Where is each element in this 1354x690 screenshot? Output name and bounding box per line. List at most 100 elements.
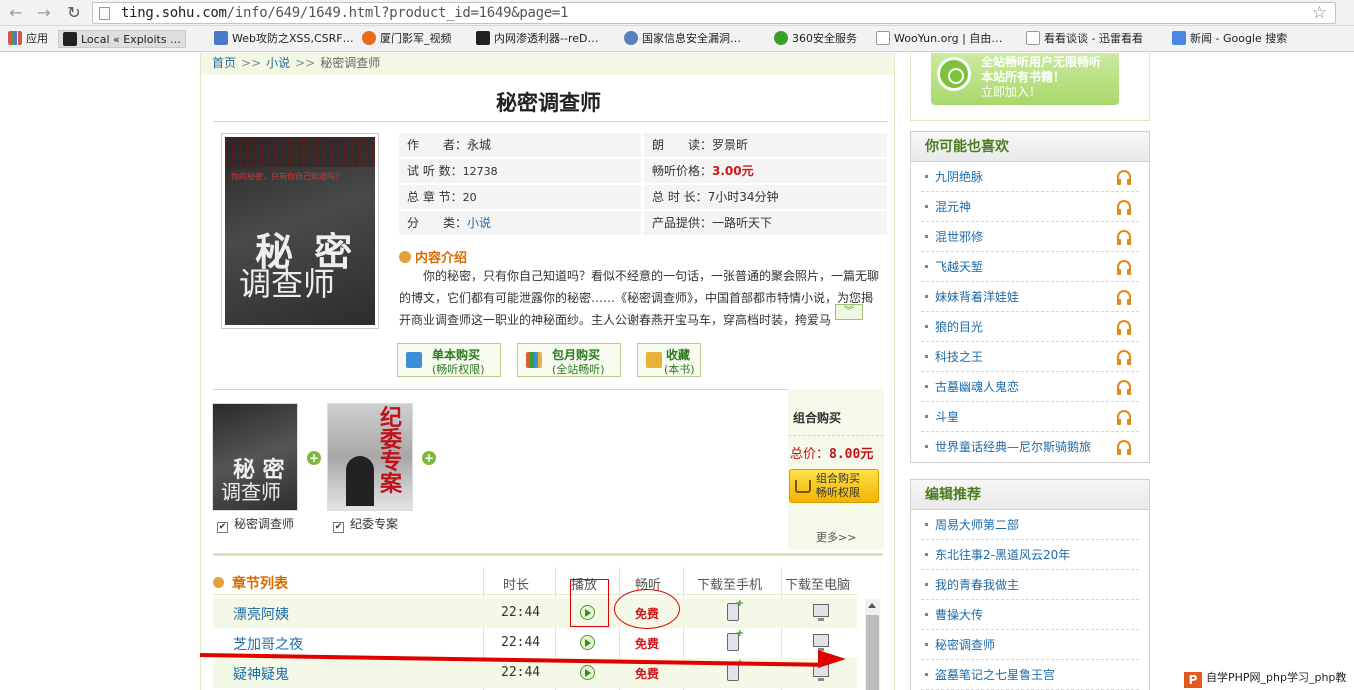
headphones-icon[interactable] [1117,320,1131,335]
bookmark-wooyun[interactable]: WooYun.org | 自由… [876,30,1002,48]
combo-book-cover[interactable]: 纪委专案 [327,403,413,511]
like-item[interactable]: 狼的目光 [921,312,1139,342]
back-button[interactable]: ← [6,3,26,23]
promo-join-link[interactable]: 立即加入！ [981,83,1041,100]
like-item[interactable]: 世界童话经典—尼尔斯骑鹅旅 [921,432,1139,462]
breadcrumb-home-link[interactable]: 首页 [212,56,236,70]
grid-icon [526,352,542,368]
chapter-name-link[interactable]: 漂亮阿姨 [233,604,289,624]
bookmark-360[interactable]: 360安全服务 [774,30,857,48]
headphones-icon[interactable] [1117,410,1131,425]
plus-icon: + [307,451,321,465]
annotation-ellipse [614,589,680,629]
intro-heading: 内容介绍 [399,247,467,266]
combo-buy-button[interactable]: 组合购买 畅听权限 [789,469,879,503]
editor-pick-item[interactable]: 曹操大传 [921,600,1139,630]
download-pc-icon[interactable] [813,634,829,651]
reload-button[interactable]: ↻ [64,3,84,23]
like-item[interactable]: 飞越天堑 [921,252,1139,282]
bookmark-label: 应用 [26,32,48,45]
single-buy-button[interactable]: 单本购买 (畅听权限) [397,343,501,377]
scroll-up-arrow-icon[interactable] [868,603,876,608]
editor-pick-item[interactable]: 秘密调查师 [921,630,1139,660]
bookmark-redteam[interactable]: 内网渗透利器--reD… [476,30,598,48]
editor-pick-item[interactable]: 周易大师第二部 [921,510,1139,540]
chapter-row: 漂亮阿姨 22:44 免费 [213,598,857,628]
breadcrumb-category-link[interactable]: 小说 [266,56,290,70]
chapter-free-badge: 免费 [635,667,660,681]
checkbox-checked-icon: ✔ [333,522,344,533]
chapter-duration: 22:44 [501,665,541,680]
editor-pick-item[interactable]: 东北往事2-黑道风云20年 [921,540,1139,570]
forward-button[interactable]: → [34,3,54,23]
category-label: 分 类： [407,216,468,230]
editor-pick-item[interactable]: 盗墓笔记之七星鲁王宫 [921,660,1139,690]
expand-intro-button[interactable]: ︾ [835,304,863,320]
page-favicon-icon [476,31,490,45]
cover-decoration [225,137,375,167]
chapter-name-link[interactable]: 芝加哥之夜 [233,634,303,654]
url-text[interactable]: ting.sohu.com/info/649/1649.html?product… [121,5,568,21]
combo-divider [788,435,884,436]
headphones-icon[interactable] [1117,230,1131,245]
bookmark-web-xss[interactable]: Web攻防之XSS,CSRF… [214,30,354,48]
download-pc-icon[interactable] [813,604,829,621]
download-phone-icon[interactable] [727,658,744,681]
combo-buy-line2: 畅听权限 [816,486,860,499]
bookmark-local-exploits[interactable]: Local « Exploits … [58,30,187,48]
headphones-icon[interactable] [1117,170,1131,185]
favorite-button[interactable]: 收藏 (本书) [637,343,701,377]
monthly-buy-button[interactable]: 包月购买 (全站畅听) [517,343,621,377]
combo-label: 组合购买 [793,411,842,425]
like-item[interactable]: 古墓幽魂人鬼恋 [921,372,1139,402]
download-phone-icon[interactable] [727,628,744,651]
headphones-icon[interactable] [1117,260,1131,275]
like-item[interactable]: 科技之王 [921,342,1139,372]
headphones-icon[interactable] [1117,200,1131,215]
download-phone-icon[interactable] [727,598,744,621]
category-link[interactable]: 小说 [467,216,491,230]
intro-text: 你的秘密，只有你自己知道吗？看似不经意的一句话，一张普通的聚会照片，一篇无聊的博… [399,269,880,327]
breadcrumb-current: 秘密调查师 [320,56,381,70]
url-domain: ting.sohu.com [121,5,227,21]
like-item-label: 狼的目光 [935,320,984,334]
address-bar[interactable]: ting.sohu.com/info/649/1649.html?product… [92,2,1336,24]
bookmark-cnnvd[interactable]: 国家信息安全漏洞… [624,30,741,48]
like-item[interactable]: 混元神 [921,192,1139,222]
bookmark-apps[interactable]: 应用 [8,30,48,48]
combo-checkbox[interactable]: ✔ 纪委专案 [333,515,398,533]
headphones-icon[interactable] [1117,380,1131,395]
headphones-icon[interactable] [1117,440,1131,455]
headphones-icon[interactable] [1117,290,1131,305]
combo-book-cover[interactable]: 秘 密 调查师 [212,403,298,511]
chapter-duration: 22:44 [501,635,541,650]
like-item[interactable]: 妹妹背着洋娃娃 [921,282,1139,312]
cover-tagline: 你的秘密，只有你自己知道吗？ [231,172,343,181]
like-item[interactable]: 斗皇 [921,402,1139,432]
price-label: 畅听价格： [652,164,713,178]
combo-checkbox[interactable]: ✔ 秘密调查师 [217,515,294,533]
bookmark-google-news[interactable]: 新闻 - Google 搜索 [1172,30,1287,48]
headphone-circle-icon [937,57,971,91]
play-icon[interactable] [580,635,595,650]
combo-more-link[interactable]: 更多>> [816,529,856,545]
play-icon[interactable] [580,665,595,680]
scrollbar-thumb[interactable] [866,615,879,690]
you-may-like-panel: 你可能也喜欢 九阴绝脉 混元神 混世邪修 飞越天堑 妹妹背着洋娃娃 狼的目光 科… [910,131,1150,463]
editor-pick-item[interactable]: 我的青春我做主 [921,570,1139,600]
like-item[interactable]: 九阴绝脉 [921,162,1139,192]
chapters-value: 20 [462,191,477,204]
bookmark-video[interactable]: 厦门影军_视频 [362,30,452,48]
bookmark-label: 内网渗透利器--reD… [494,32,599,45]
headphones-icon[interactable] [1117,350,1131,365]
chapter-name-link[interactable]: 疑神疑鬼 [233,664,289,684]
bookmark-star-icon[interactable]: ☆ [1312,3,1327,23]
book-cover[interactable]: 你的秘密，只有你自己知道吗？ 秘 密 调查师 [221,133,379,329]
like-item-label: 古墓幽魂人鬼恋 [935,380,1020,394]
chapter-list-scrollbar[interactable] [865,599,880,690]
chapter-row: 芝加哥之夜 22:44 免费 [213,628,857,658]
membership-banner[interactable]: 全站畅听用户无限畅听 本站所有书籍！ 立即加入！ [931,53,1119,105]
like-item[interactable]: 混世邪修 [921,222,1139,252]
bookmark-kankan[interactable]: 看看谈谈 - 迅雷看看 [1026,30,1143,48]
info-row: 试 听 数：12738 畅听价格：3.00元 [399,159,887,183]
